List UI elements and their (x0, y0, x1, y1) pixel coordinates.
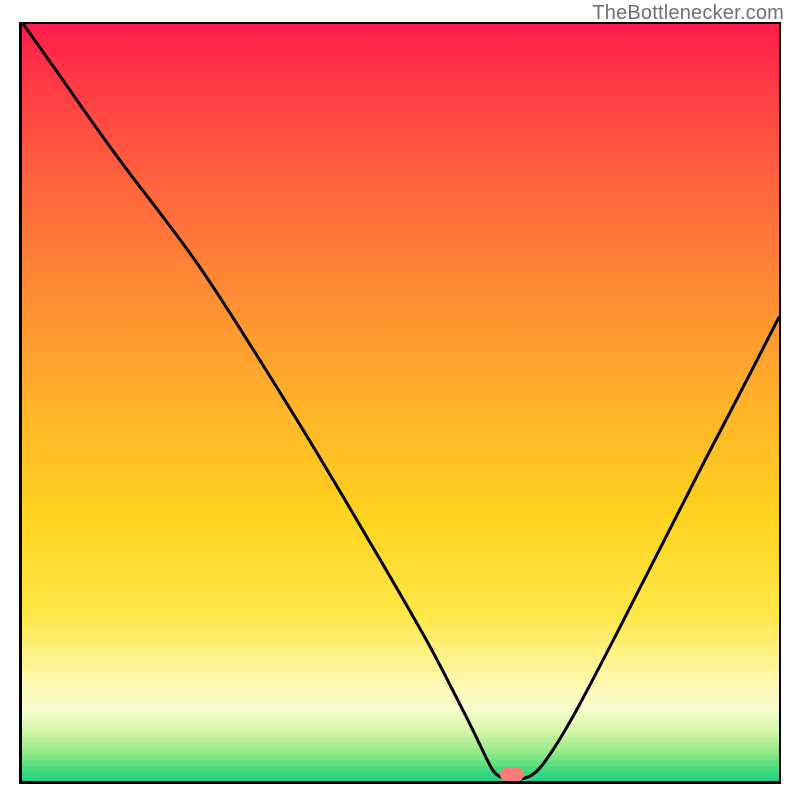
bottleneck-curve (23, 24, 779, 780)
chart-stage: TheBottlenecker.com (0, 0, 800, 800)
gradient-bands (19, 644, 781, 784)
optimum-marker (500, 768, 524, 781)
curve-layer (19, 22, 781, 784)
plot-area (19, 22, 781, 784)
